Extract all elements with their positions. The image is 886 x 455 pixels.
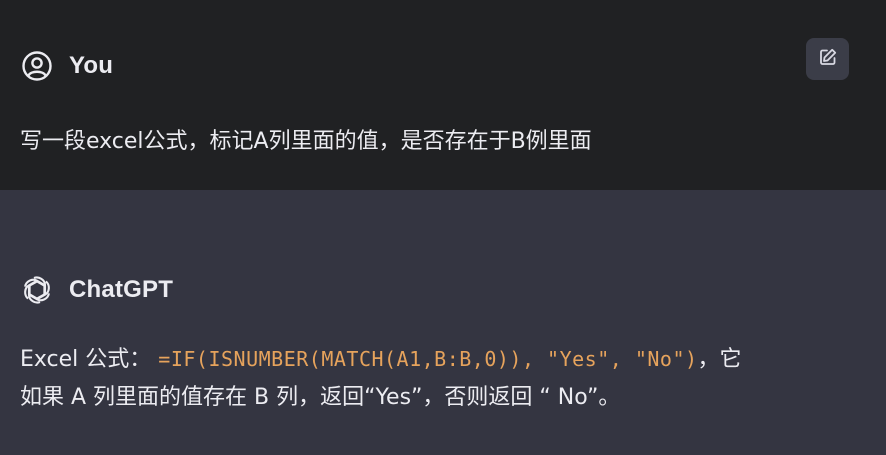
user-message: You 写一段excel公式，标记A列里面的值，是否存在于B例里面: [0, 0, 886, 190]
formula-trailing-text: ，它: [697, 347, 742, 372]
formula-intro-text: Excel 公式：: [20, 347, 152, 372]
assistant-message-line-1: Excel 公式： =IF(ISNUMBER(MATCH(A1,B:B,0)),…: [20, 345, 742, 374]
assistant-message-line-2: 如果 A 列里面的值存在 B 列，返回“Yes”，否则返回 “ No”。: [20, 385, 621, 410]
user-author-row: You: [20, 46, 113, 86]
user-circle-icon: [20, 49, 54, 83]
user-message-text: 写一段excel公式，标记A列里面的值，是否存在于B例里面: [20, 129, 592, 154]
user-name: You: [69, 52, 114, 79]
assistant-author-row: ChatGPT: [20, 270, 173, 310]
assistant-name: ChatGPT: [69, 276, 174, 303]
assistant-message: ChatGPT Excel 公式： =IF(ISNUMBER(MATCH(A1,…: [0, 190, 886, 455]
edit-message-button[interactable]: [806, 38, 849, 80]
openai-logo-icon: [20, 273, 54, 307]
excel-formula-code: =IF(ISNUMBER(MATCH(A1,B:B,0)), "Yes", "N…: [158, 347, 698, 371]
pencil-icon: [818, 47, 838, 71]
chat-page: You 写一段excel公式，标记A列里面的值，是否存在于B例里面 ChatGP…: [0, 0, 886, 455]
